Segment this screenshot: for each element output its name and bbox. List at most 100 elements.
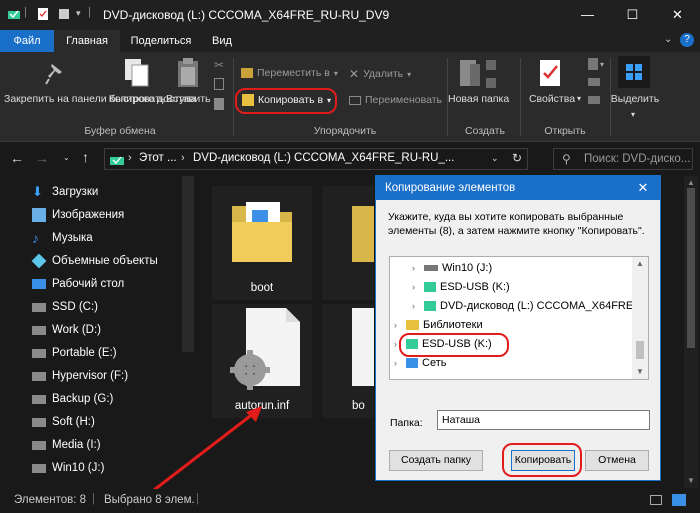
- new-item-icon[interactable]: [486, 60, 496, 70]
- tree-item-libraries[interactable]: › Библиотеки: [394, 316, 483, 334]
- easy-access-icon[interactable]: [486, 78, 496, 88]
- scroll-up-icon[interactable]: ▲: [687, 178, 695, 187]
- dialog-description: Укажите, куда вы хотите копировать выбра…: [388, 211, 645, 237]
- qa-dropdown-icon[interactable]: ▾: [76, 8, 81, 19]
- network-icon: [406, 358, 418, 368]
- expand-icon[interactable]: ›: [412, 282, 420, 292]
- sidebar-item-label: Музыка: [52, 232, 93, 244]
- refresh-icon[interactable]: ↻: [512, 151, 522, 165]
- large-icons-view-icon[interactable]: [672, 494, 686, 506]
- tree-item-win10-j[interactable]: › Win10 (J:): [412, 259, 492, 277]
- delete-button[interactable]: ✕ Удалить ▾: [349, 67, 411, 81]
- tab-view[interactable]: Вид: [200, 30, 244, 52]
- up-icon[interactable]: ↑: [82, 149, 89, 165]
- maximize-button[interactable]: ☐: [610, 0, 655, 30]
- drive-icon: [32, 440, 46, 450]
- properties-qa-icon[interactable]: [37, 8, 49, 20]
- drive-address-icon: [110, 156, 124, 165]
- breadcrumb-dvd-drive[interactable]: DVD-дисковод (L:) CCCOMA_X64FRE_RU-RU_..…: [193, 152, 454, 164]
- breadcrumb-separator: ›: [128, 152, 132, 164]
- scroll-down-icon[interactable]: ▼: [687, 476, 695, 485]
- sidebar-item-soft-h[interactable]: Soft (H:): [32, 412, 95, 432]
- expand-icon[interactable]: ›: [412, 301, 420, 311]
- file-item-partial[interactable]: [322, 186, 374, 300]
- sidebar-item-ssd-c[interactable]: SSD (C:): [32, 297, 98, 317]
- tree-item-esd-usb-k[interactable]: › ESD-USB (K:): [412, 278, 510, 296]
- sidebar-item-downloads[interactable]: ⬇ Загрузки: [32, 182, 98, 202]
- breadcrumb-this-pc[interactable]: Этот ...: [139, 152, 177, 164]
- scroll-up-icon[interactable]: ▲: [636, 259, 644, 268]
- select-button[interactable]: Выделить: [609, 93, 661, 105]
- tab-home[interactable]: Главная: [54, 30, 120, 52]
- rename-label: Переименовать: [365, 94, 442, 106]
- address-bar[interactable]: › Этот ... › DVD-дисковод (L:) CCCOMA_X6…: [104, 148, 528, 170]
- open-dropdown-icon[interactable]: ▾: [600, 60, 604, 69]
- close-button[interactable]: ✕: [655, 0, 700, 30]
- scroll-down-icon[interactable]: ▼: [636, 367, 644, 376]
- sidebar-item-win10-j[interactable]: Win10 (J:): [32, 458, 104, 478]
- help-icon[interactable]: ?: [680, 33, 694, 47]
- back-icon[interactable]: ←: [10, 150, 24, 166]
- expand-icon[interactable]: ›: [394, 358, 402, 368]
- tab-file[interactable]: Файл: [0, 30, 54, 52]
- move-to-button[interactable]: Переместить в ▾: [241, 67, 338, 79]
- sidebar-scrollbar[interactable]: [182, 176, 194, 352]
- properties-button[interactable]: Свойства: [526, 93, 578, 105]
- tree-item-label: DVD-дисковод (L:) CCCOMA_X64FRE: [440, 300, 634, 312]
- tab-share[interactable]: Поделиться: [124, 30, 198, 52]
- sidebar-item-pictures[interactable]: Изображения: [32, 205, 124, 225]
- scroll-thumb[interactable]: [687, 188, 695, 348]
- open-icon[interactable]: [588, 58, 598, 70]
- new-folder-qa-icon[interactable]: [58, 8, 70, 20]
- pin-quick-access-button[interactable]: Закрепить на панели быстрого доступа: [4, 93, 196, 106]
- forward-icon[interactable]: →: [35, 150, 49, 166]
- scroll-thumb[interactable]: [636, 341, 644, 359]
- collapse-ribbon-icon[interactable]: ⌄: [664, 34, 672, 45]
- libraries-icon: [406, 320, 419, 330]
- highlight-ring-copy-button: [502, 443, 582, 477]
- search-box[interactable]: ⚲ Поиск: DVD-диско...: [553, 148, 693, 170]
- select-dropdown-icon[interactable]: ▾: [631, 110, 635, 119]
- cancel-button[interactable]: Отмена: [585, 450, 649, 471]
- address-dropdown-icon[interactable]: ⌄: [491, 153, 499, 164]
- history-icon[interactable]: [588, 96, 600, 104]
- folder-name-input[interactable]: Наташа: [437, 410, 650, 430]
- sidebar-item-desktop[interactable]: Рабочий стол: [32, 274, 124, 294]
- copy-button[interactable]: Копировать: [108, 93, 166, 105]
- expand-icon[interactable]: ›: [412, 263, 420, 273]
- sidebar-item-work-d[interactable]: Work (D:): [32, 320, 101, 340]
- sidebar-item-media-i[interactable]: Media (I:): [32, 435, 101, 455]
- paste-shortcut-icon[interactable]: [214, 98, 224, 110]
- dialog-close-button[interactable]: ✕: [626, 176, 660, 200]
- details-view-icon[interactable]: [650, 495, 662, 505]
- paste-icon: [178, 58, 198, 87]
- content-scrollbar[interactable]: ▲ ▼: [684, 176, 698, 488]
- ribbon: Закрепить на панели быстрого доступа Коп…: [0, 52, 700, 142]
- tree-item-label: ESD-USB (K:): [440, 281, 510, 293]
- minimize-button[interactable]: —: [565, 0, 610, 30]
- tree-item-dvd-l[interactable]: › DVD-дисковод (L:) CCCOMA_X64FRE: [412, 297, 633, 315]
- properties-dropdown-icon[interactable]: ▾: [577, 94, 581, 103]
- new-folder-button[interactable]: Новая папка: [448, 93, 509, 106]
- file-item-boot[interactable]: boot: [212, 186, 312, 300]
- cut-icon[interactable]: ✂: [214, 58, 224, 72]
- sidebar-item-hypervisor-f[interactable]: Hypervisor (F:): [32, 366, 128, 386]
- edit-icon[interactable]: [588, 78, 600, 86]
- sidebar-item-portable-e[interactable]: Portable (E:): [32, 343, 117, 363]
- drive-icon: [424, 265, 438, 271]
- sidebar-item-label: Рабочий стол: [52, 278, 125, 290]
- sidebar-item-music[interactable]: ♪ Музыка: [32, 228, 93, 248]
- copy-path-icon[interactable]: [214, 78, 224, 90]
- tree-scrollbar[interactable]: ▲ ▼: [632, 257, 648, 379]
- rename-button[interactable]: Переименовать: [349, 94, 442, 106]
- paste-button[interactable]: Вставить: [166, 93, 211, 105]
- ribbon-tabs: Файл Главная Поделиться Вид ⌄ ?: [0, 30, 700, 52]
- sidebar-item-backup-g[interactable]: Backup (G:): [32, 389, 113, 409]
- breadcrumb-separator: ›: [181, 152, 185, 164]
- recent-locations-icon[interactable]: ⌄: [63, 153, 70, 162]
- expand-icon[interactable]: ›: [394, 320, 402, 330]
- destination-tree[interactable]: › Win10 (J:) › ESD-USB (K:) › DVD-дисковод …: [389, 256, 649, 380]
- create-folder-button[interactable]: Создать папку: [389, 450, 483, 471]
- file-item-partial-2[interactable]: bo: [322, 304, 374, 418]
- sidebar-item-3d-objects[interactable]: Объемные объекты: [31, 251, 158, 271]
